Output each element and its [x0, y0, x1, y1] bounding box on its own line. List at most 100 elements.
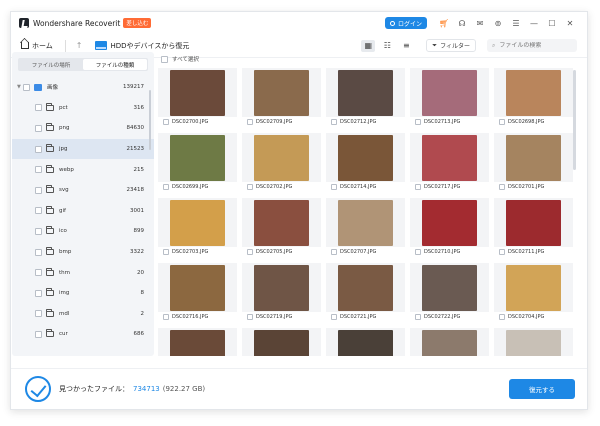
file-tile[interactable]: DSC02701.JPG [494, 133, 573, 192]
checkbox[interactable] [35, 289, 42, 297]
file-checkbox[interactable] [331, 314, 337, 320]
checkbox[interactable] [35, 310, 42, 318]
sidebar-item-webp[interactable]: webp 215 [12, 159, 154, 180]
sidebar-item-gif[interactable]: gif 3001 [12, 201, 154, 222]
tab-file-location[interactable]: ファイルの場所 [19, 59, 83, 70]
thumbnail[interactable] [326, 263, 405, 312]
file-tile[interactable] [242, 328, 321, 356]
thumbnail[interactable] [326, 68, 405, 117]
thumbnail[interactable] [158, 198, 237, 247]
minimize-icon[interactable]: — [525, 16, 543, 30]
file-tile[interactable]: DSC02702.JPG [242, 133, 321, 192]
thumbnail[interactable] [494, 133, 573, 182]
file-checkbox[interactable] [331, 249, 337, 255]
file-checkbox[interactable] [499, 184, 505, 190]
thumbnail[interactable] [242, 328, 321, 356]
file-checkbox[interactable] [163, 249, 169, 255]
file-tile[interactable]: DSC02700.JPG [158, 68, 237, 127]
thumbnail[interactable] [326, 133, 405, 182]
grid-view-icon[interactable]: ▦ [361, 39, 376, 52]
select-all-row[interactable]: すべて選択 [158, 52, 576, 66]
thumbnail[interactable] [494, 328, 573, 356]
detail-view-icon[interactable]: ≡ [399, 40, 413, 52]
file-tile[interactable]: DSC02719.JPG [242, 263, 321, 322]
grid-scrollbar[interactable] [573, 70, 576, 170]
thumbnail[interactable] [242, 133, 321, 182]
file-checkbox[interactable] [247, 184, 253, 190]
file-checkbox[interactable] [499, 249, 505, 255]
file-tile[interactable]: DSC02722.JPG [410, 263, 489, 322]
file-tile[interactable]: DSC02721.JPG [326, 263, 405, 322]
sidebar-item-bmp[interactable]: bmp 3322 [12, 242, 154, 263]
checkbox[interactable] [35, 104, 42, 112]
file-tile[interactable] [494, 328, 573, 356]
cart-icon[interactable]: 🛒︎ [435, 16, 453, 30]
file-checkbox[interactable] [331, 119, 337, 125]
file-checkbox[interactable] [415, 314, 421, 320]
checkbox[interactable] [35, 248, 42, 256]
thumbnail[interactable] [242, 68, 321, 117]
file-checkbox[interactable] [163, 119, 169, 125]
file-tile[interactable]: DSC02717.JPG [410, 133, 489, 192]
checkbox[interactable] [35, 269, 42, 277]
sidebar-item-png[interactable]: png 84630 [12, 118, 154, 139]
menu-icon[interactable]: ☰ [507, 16, 525, 30]
update-icon[interactable]: ⊚ [489, 16, 507, 30]
thumbnail[interactable] [242, 198, 321, 247]
checkbox[interactable] [35, 166, 42, 174]
tree-root-images[interactable]: ▼ 画像 139217 [12, 77, 154, 98]
thumbnail[interactable] [410, 198, 489, 247]
search-box[interactable]: ⌕ [487, 39, 577, 52]
file-checkbox[interactable] [331, 184, 337, 190]
sidebar-item-jpg[interactable]: jpg 21523 [12, 138, 154, 160]
maximize-icon[interactable]: ☐ [543, 16, 561, 30]
file-tile[interactable]: DSC02711.JPG [494, 198, 573, 257]
thumbnail[interactable] [494, 263, 573, 312]
file-checkbox[interactable] [247, 314, 253, 320]
file-tile[interactable]: DSC02705.JPG [242, 198, 321, 257]
sidebar-item-ico[interactable]: ico 899 [12, 221, 154, 242]
checkbox[interactable] [35, 207, 42, 215]
file-checkbox[interactable] [499, 119, 505, 125]
thumbnail[interactable] [494, 68, 573, 117]
tab-file-type[interactable]: ファイルの種類 [83, 59, 147, 70]
sidebar-item-cur[interactable]: cur 686 [12, 324, 154, 345]
file-tile[interactable]: DSC02710.JPG [410, 198, 489, 257]
sidebar-item-pct[interactable]: pct 316 [12, 98, 154, 119]
file-checkbox[interactable] [415, 119, 421, 125]
recover-button[interactable]: 復元する [509, 379, 575, 399]
file-checkbox[interactable] [415, 184, 421, 190]
thumbnail[interactable] [410, 68, 489, 117]
thumbnail[interactable] [158, 328, 237, 356]
thumbnail[interactable] [242, 263, 321, 312]
sidebar-item-img[interactable]: img 8 [12, 283, 154, 304]
file-tile[interactable]: DSC02704.JPG [494, 263, 573, 322]
checkbox[interactable] [23, 83, 30, 91]
checkbox[interactable] [35, 124, 42, 132]
checkbox[interactable] [35, 186, 42, 194]
thumbnail[interactable] [158, 68, 237, 117]
file-tile[interactable] [326, 328, 405, 356]
sidebar-item-mdl[interactable]: mdl 2 [12, 304, 154, 325]
up-arrow-icon[interactable]: ↑ [76, 41, 83, 50]
thumbnail[interactable] [326, 198, 405, 247]
file-tile[interactable]: DSC02707.JPG [326, 198, 405, 257]
checkbox[interactable] [35, 330, 42, 338]
file-checkbox[interactable] [163, 184, 169, 190]
file-checkbox[interactable] [163, 314, 169, 320]
thumbnail[interactable] [410, 328, 489, 356]
filter-button[interactable]: ⏷ フィルター [426, 39, 476, 52]
file-checkbox[interactable] [247, 249, 253, 255]
thumbnail[interactable] [494, 198, 573, 247]
file-tile[interactable]: DSC02709.JPG [242, 68, 321, 127]
search-input[interactable] [499, 42, 570, 49]
home-button[interactable]: ホーム [21, 41, 53, 51]
thumbnail[interactable] [326, 328, 405, 356]
headset-icon[interactable]: ☊ [453, 16, 471, 30]
file-tile[interactable]: DSC02699.JPG [158, 133, 237, 192]
file-tile[interactable]: DSC02712.JPG [326, 68, 405, 127]
file-checkbox[interactable] [499, 314, 505, 320]
thumbnail[interactable] [410, 133, 489, 182]
file-tile[interactable] [410, 328, 489, 356]
sidebar-item-thm[interactable]: thm 20 [12, 262, 154, 283]
